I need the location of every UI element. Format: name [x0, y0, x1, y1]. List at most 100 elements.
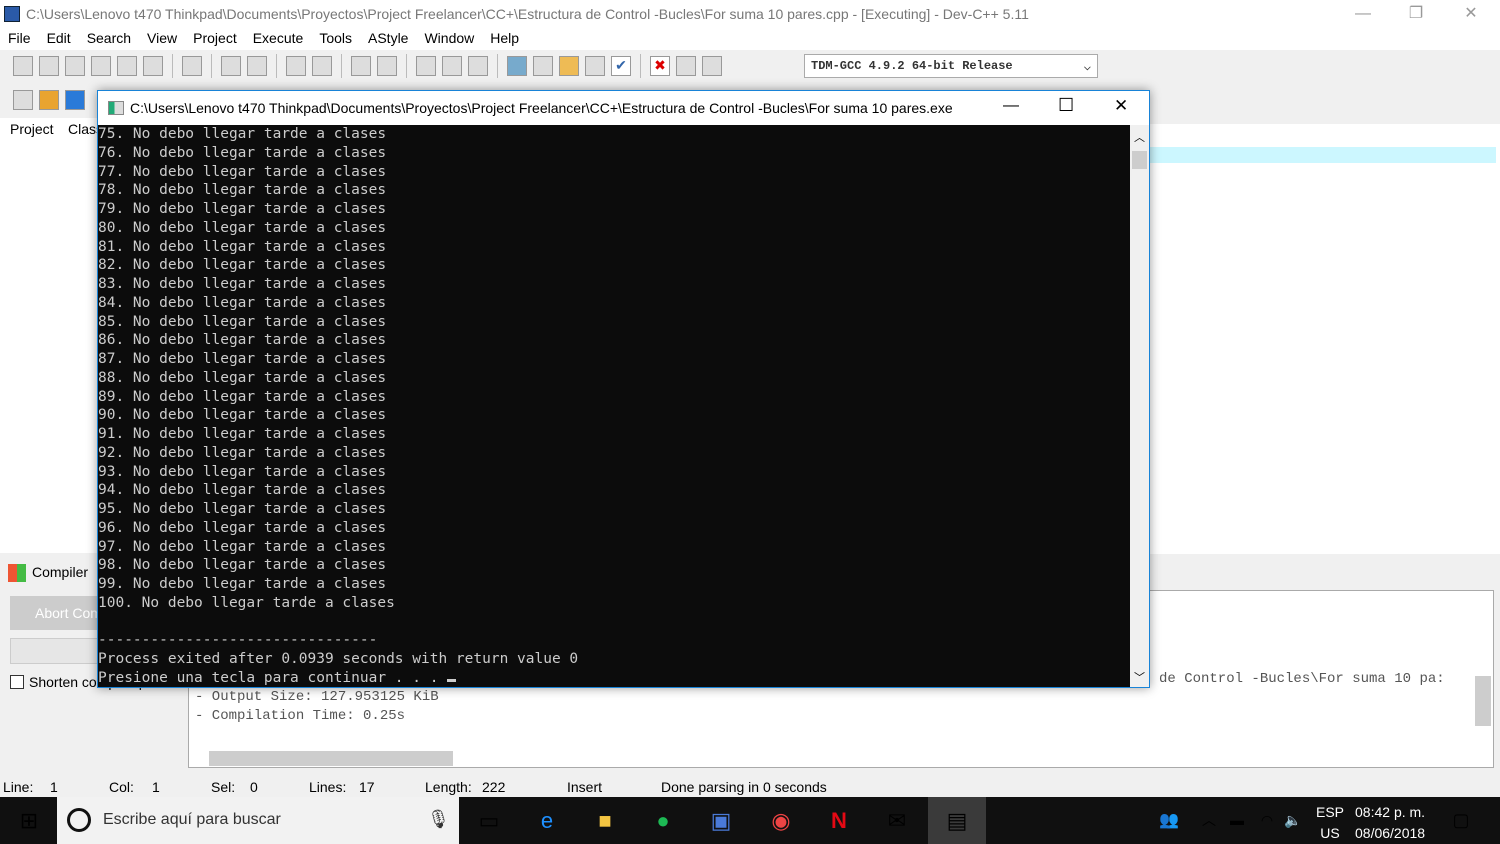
scroll-up-icon[interactable]: ︿	[1130, 129, 1149, 145]
tab-compiler[interactable]: Compiler	[8, 564, 88, 582]
code-editor[interactable]	[1150, 124, 1500, 554]
action-center-icon[interactable]: ▢	[1432, 797, 1490, 844]
menu-file[interactable]: File	[0, 28, 39, 50]
taskbar-search[interactable]: Escribe aquí para buscar 🎙	[57, 797, 459, 844]
console-cursor	[447, 678, 457, 682]
spotify-icon[interactable]: ●	[634, 797, 692, 844]
open-icon[interactable]	[39, 56, 59, 76]
log-line: de Control -Bucles\For suma 10 pa:	[1159, 671, 1445, 687]
language-indicator[interactable]: ESP US	[1316, 802, 1344, 844]
checkbox-box[interactable]	[10, 675, 24, 689]
devcpp-app-icon	[4, 6, 20, 22]
print-icon[interactable]	[182, 56, 202, 76]
menu-bar: File Edit Search View Project Execute To…	[0, 28, 1500, 50]
save-all-icon[interactable]	[91, 56, 111, 76]
syntax-check-icon[interactable]: ✔	[611, 56, 631, 76]
console-line: Process exited after 0.0939 seconds with…	[98, 651, 579, 667]
console-app-icon	[108, 101, 124, 115]
console-minimize-button[interactable]: —	[1003, 97, 1019, 115]
redo-icon[interactable]	[247, 56, 267, 76]
close-button[interactable]: ✕	[1448, 0, 1494, 28]
horizontal-scrollbar[interactable]	[209, 751, 453, 766]
bookmark-prev-icon[interactable]	[416, 56, 436, 76]
volume-icon[interactable]: 🔈	[1264, 797, 1322, 844]
console-line: 77. No debo llegar tarde a clases	[98, 163, 387, 180]
indent-icon[interactable]	[351, 56, 371, 76]
console-line: 80. No debo llegar tarde a clases	[98, 219, 387, 236]
chrome-icon[interactable]: ◉	[752, 797, 810, 844]
console-line: 83. No debo llegar tarde a clases	[98, 276, 387, 292]
rebuild-icon[interactable]	[585, 56, 605, 76]
minimize-button[interactable]: —	[1340, 0, 1386, 28]
console-line: 89. No debo llegar tarde a clases	[98, 388, 387, 405]
toggle-bookmark-icon[interactable]	[468, 56, 488, 76]
console-line: 79. No debo llegar tarde a clases	[98, 201, 387, 217]
console-line: --------------------------------	[98, 632, 378, 649]
remove-from-project-icon[interactable]	[65, 90, 85, 110]
undo-icon[interactable]	[221, 56, 241, 76]
microphone-icon[interactable]: 🎙	[427, 809, 450, 830]
console-maximize-button[interactable]: ☐	[1058, 95, 1074, 116]
menu-tools[interactable]: Tools	[311, 28, 360, 50]
menu-edit[interactable]: Edit	[39, 28, 79, 50]
vertical-scrollbar[interactable]	[1475, 676, 1491, 726]
file-explorer-icon[interactable]: ■	[576, 797, 634, 844]
close-file-icon[interactable]	[117, 56, 137, 76]
clock[interactable]: 08:42 p. m. 08/06/2018	[1355, 802, 1425, 844]
main-toolbar: ✔ ✖	[0, 50, 800, 82]
console-line: 91. No debo llegar tarde a clases	[98, 426, 387, 442]
menu-search[interactable]: Search	[79, 28, 139, 50]
console-line: 96. No debo llegar tarde a clases	[98, 519, 387, 536]
task-view-icon[interactable]: ▭	[460, 797, 518, 844]
console-scrollbar[interactable]: ︿ ﹀	[1130, 125, 1149, 687]
console-title: C:\Users\Lenovo t470 Thinkpad\Documents\…	[130, 100, 953, 116]
restore-button[interactable]: ❐	[1393, 0, 1439, 28]
replace-icon[interactable]	[312, 56, 332, 76]
compile-run-icon[interactable]	[559, 56, 579, 76]
console-line: 88. No debo llegar tarde a clases	[98, 369, 387, 386]
add-to-project-icon[interactable]	[39, 90, 59, 110]
menu-help[interactable]: Help	[482, 28, 527, 50]
scroll-down-icon[interactable]: ﹀	[1130, 669, 1149, 685]
new-file-icon[interactable]	[13, 56, 33, 76]
menu-astyle[interactable]: AStyle	[360, 28, 416, 50]
menu-execute[interactable]: Execute	[245, 28, 312, 50]
console-line: 98. No debo llegar tarde a clases	[98, 557, 387, 574]
menu-project[interactable]: Project	[185, 28, 245, 50]
console-line: 100. No debo llegar tarde a clases	[98, 594, 395, 611]
close-all-icon[interactable]	[143, 56, 163, 76]
compile-icon[interactable]	[507, 56, 527, 76]
console-output[interactable]: 75. No debo llegar tarde a clases 76. No …	[98, 125, 1130, 687]
console-line: 81. No debo llegar tarde a clases	[98, 238, 387, 255]
console-close-button[interactable]: ✕	[1114, 96, 1128, 116]
windows-start-icon[interactable]: ⊞	[0, 797, 58, 844]
compiler-select[interactable]: TDM-GCC 4.9.2 64-bit Release ⌵	[804, 54, 1098, 78]
mail-icon[interactable]: ✉	[868, 797, 926, 844]
save-icon[interactable]	[65, 56, 85, 76]
delete-profile-icon[interactable]	[702, 56, 722, 76]
tab-project[interactable]: Project	[2, 118, 62, 142]
stop-execution-icon[interactable]: ✖	[650, 56, 670, 76]
console-line: 97. No debo llegar tarde a clases	[98, 538, 387, 555]
bookmark-next-icon[interactable]	[442, 56, 462, 76]
console-line: 87. No debo llegar tarde a clases	[98, 351, 387, 367]
console-title-bar: C:\Users\Lenovo t470 Thinkpad\Documents\…	[98, 91, 1149, 125]
new-project-icon[interactable]	[13, 90, 33, 110]
netflix-icon[interactable]: N	[810, 797, 868, 844]
scroll-thumb[interactable]	[1132, 151, 1147, 169]
menu-window[interactable]: Window	[416, 28, 482, 50]
find-icon[interactable]	[286, 56, 306, 76]
edge-icon[interactable]: e	[518, 797, 576, 844]
chevron-down-icon: ⌵	[1083, 60, 1091, 74]
goto-line-icon[interactable]	[377, 56, 397, 76]
title-bar: C:\Users\Lenovo t470 Thinkpad\Documents\…	[0, 0, 1500, 28]
profile-icon[interactable]	[676, 56, 696, 76]
menu-view[interactable]: View	[139, 28, 185, 50]
console-window[interactable]: C:\Users\Lenovo t470 Thinkpad\Documents\…	[97, 90, 1150, 688]
run-icon[interactable]	[533, 56, 553, 76]
console-taskbar-icon[interactable]: ▤	[928, 797, 986, 844]
console-line: 85. No debo llegar tarde a clases	[98, 313, 387, 330]
devcpp-taskbar-icon[interactable]: ▣	[692, 797, 750, 844]
console-line: 99. No debo llegar tarde a clases	[98, 576, 387, 592]
